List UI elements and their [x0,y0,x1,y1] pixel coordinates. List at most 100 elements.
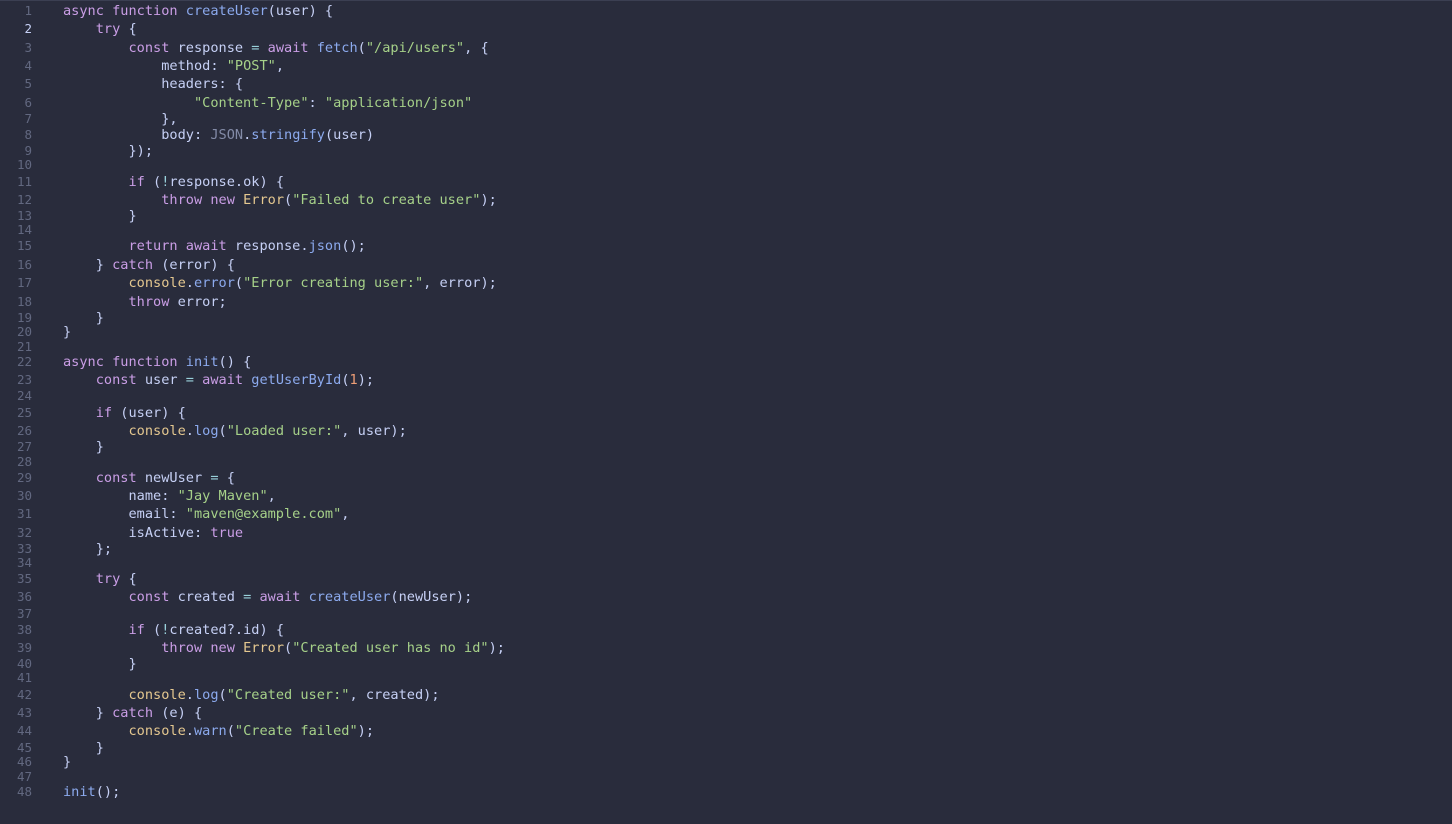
line-number: 1 [24,3,32,18]
code-token: ) { [210,257,235,273]
code-token: if [95,405,113,421]
code-token: user [357,423,391,439]
code-token: ( [324,127,334,143]
code-token: response [177,40,244,56]
code-token: response [169,174,235,190]
code-token: function [112,3,178,19]
code-token: error [439,275,481,291]
code-token: ( [144,174,162,190]
code-line[interactable]: if (!response.ok) { [63,173,284,191]
code-token: true [210,525,244,541]
code-token: : [169,506,186,522]
code-token: id [243,622,260,638]
code-token: "Create failed" [234,723,358,739]
code-token: "application/json" [324,95,473,111]
code-line[interactable]: if (user) { [63,404,186,422]
code-token: const [128,589,170,605]
line-number: 36 [16,589,32,604]
code-token: ); [390,423,407,439]
code-line[interactable]: } [63,207,137,225]
line-number: 35 [16,571,32,586]
code-line[interactable]: console.log("Created user:", created); [63,686,439,704]
code-token: } [128,208,137,224]
code-token: created [365,687,424,703]
code-token: console [128,275,186,291]
code-line[interactable]: } catch (error) { [63,256,235,274]
code-line[interactable]: console.warn("Create failed"); [63,722,374,740]
code-token: ( [153,705,170,721]
code-token: . [300,238,309,254]
code-token: async [63,354,104,370]
code-token: user [333,127,366,143]
code-token: ( [267,3,276,19]
code-token: console [128,423,186,439]
code-line[interactable]: try { [63,570,137,588]
code-token: ) { [259,174,285,190]
code-token: error [169,257,211,273]
code-line[interactable]: name: "Jay Maven", [63,487,275,505]
code-line[interactable]: } [63,323,71,341]
code-line[interactable]: email: "maven@example.com", [63,505,349,523]
code-token: ; [218,294,227,310]
code-token: "Created user has no id" [292,640,489,656]
code-line[interactable]: console.log("Loaded user:", user); [63,422,407,440]
code-line[interactable]: }; [63,540,112,558]
code-token: stringify [251,127,325,143]
code-token: body [161,127,194,143]
code-token: }, [161,111,178,127]
code-line[interactable]: headers: { [63,75,243,93]
code-token: created [169,622,227,638]
code-line[interactable]: const response = await fetch("/api/users… [63,39,488,57]
code-token: try [95,21,121,37]
code-token: console [128,687,186,703]
code-line[interactable]: } [63,753,71,771]
code-line[interactable]: async function init() { [63,353,251,371]
code-line[interactable]: method: "POST", [63,57,284,75]
code-line[interactable]: }); [63,142,153,160]
code-line[interactable]: const created = await createUser(newUser… [63,588,472,606]
code-token: ); [480,192,497,208]
code-token: . [234,174,244,190]
code-line[interactable]: try { [63,20,137,38]
code-line[interactable]: } [63,655,136,673]
code-line[interactable]: } [63,438,104,456]
code-token: new [210,640,235,656]
code-token: ( [153,257,170,273]
code-token: ( [218,687,227,703]
code-token: const [128,40,170,56]
code-token: console [128,723,186,739]
code-editor[interactable]: 1 2 3 4 5 6 7 8 9 10 11 12 13 14 15 16 17 18 19 20 21 22 23 24 2… [0,0,1452,824]
code-token: { [120,21,137,37]
code-token: throw [161,640,203,656]
code-token: Error [243,192,284,208]
code-token: . [185,423,194,439]
code-line[interactable]: if (!created?.id) { [63,621,284,639]
code-line[interactable]: return await response.json(); [63,237,365,255]
code-token: ( [284,640,293,656]
code-line[interactable]: const newUser = { [63,469,235,487]
code-token: : { [218,76,244,92]
code-line[interactable]: } catch (e) { [63,704,202,722]
line-number: 16 [16,257,32,272]
code-line[interactable]: const user = await getUserById(1); [63,371,374,389]
code-token: JSON [210,127,244,143]
code-token: isActive [128,525,194,541]
code-line[interactable]: console.error("Error creating user:", er… [63,274,496,292]
code-token: email [128,506,170,522]
code-line[interactable]: init(); [63,783,120,801]
code-line[interactable]: async function createUser(user) { [63,2,333,20]
line-number: 5 [24,76,32,91]
code-token: ( [226,723,235,739]
